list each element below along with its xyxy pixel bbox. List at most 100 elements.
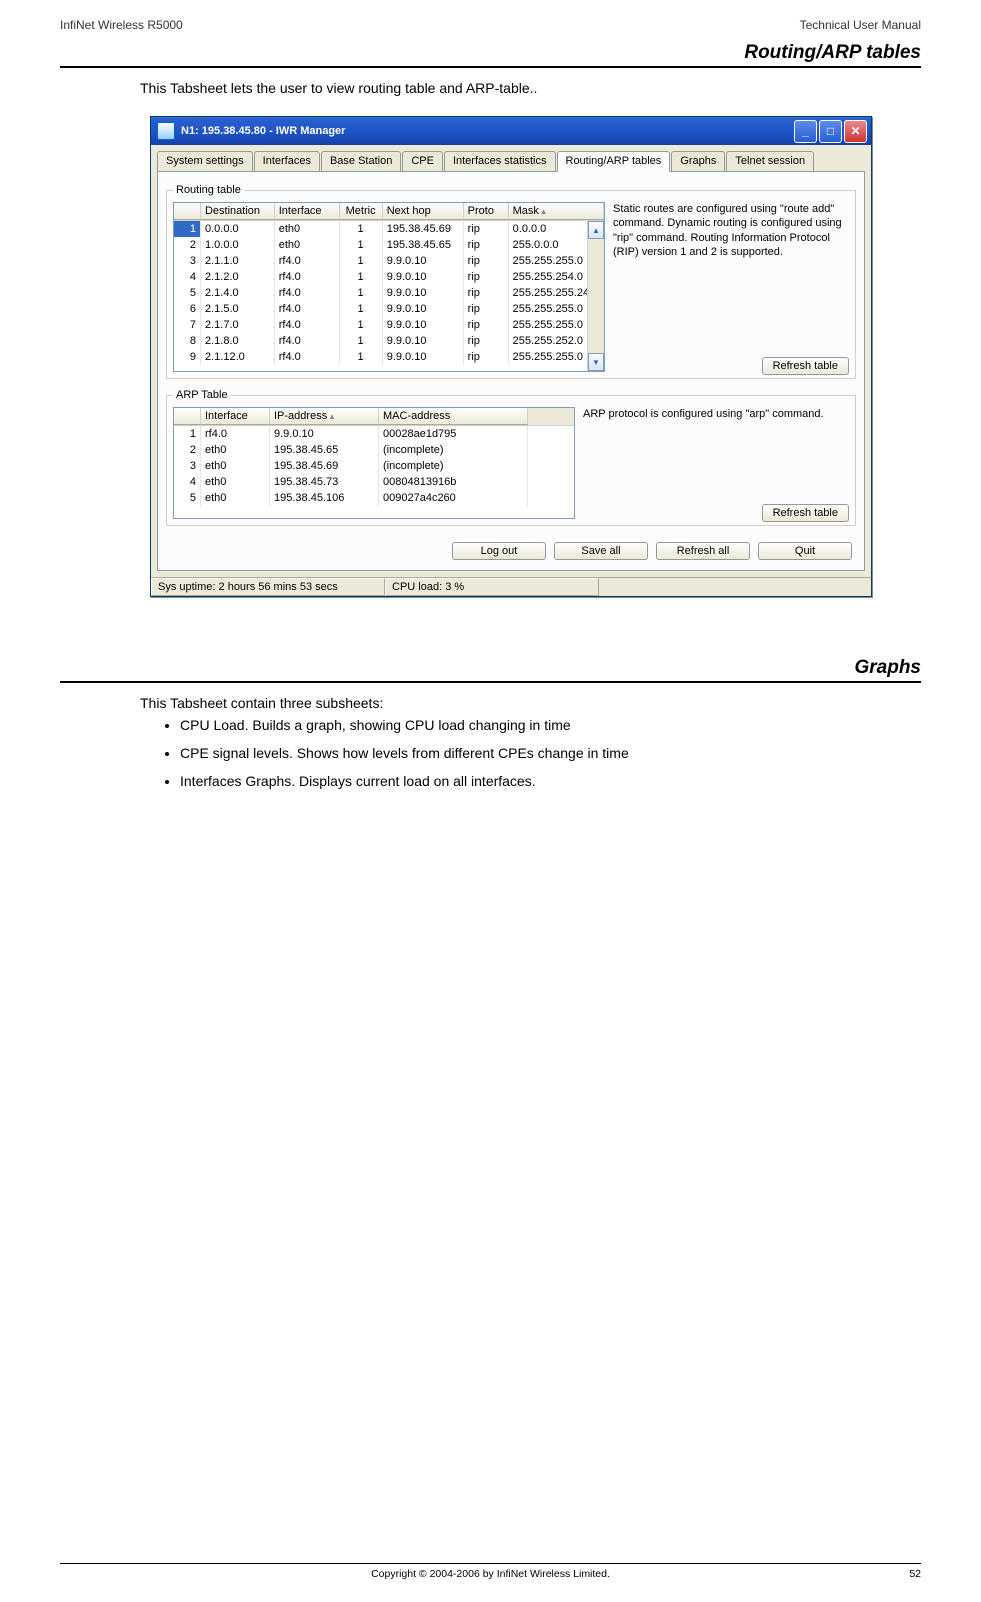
table-cell: 195.38.45.106 (270, 490, 379, 506)
table-row[interactable]: 2eth0195.38.45.65(incomplete) (174, 442, 574, 458)
maximize-button[interactable]: □ (819, 120, 842, 143)
arp-header[interactable]: InterfaceIP-addressMAC-address (174, 408, 574, 426)
table-row[interactable]: 32.1.1.0rf4.019.9.0.10rip255.255.255.0 (174, 253, 604, 269)
arp-col-header[interactable]: Interface (201, 408, 270, 425)
table-cell: rf4.0 (275, 349, 340, 365)
tab-graphs[interactable]: Graphs (671, 151, 725, 171)
table-row[interactable]: 4eth0195.38.45.7300804813916b (174, 474, 574, 490)
table-row[interactable]: 5eth0195.38.45.106009027a4c260 (174, 490, 574, 506)
page: InfiNet Wireless R5000 Technical User Ma… (0, 0, 981, 1602)
routing-col-header[interactable]: Metric (340, 203, 383, 220)
routing-col-header[interactable]: Proto (464, 203, 509, 220)
graphs-bullet-list: CPU Load. Builds a graph, showing CPU lo… (180, 717, 921, 789)
table-cell: 9.9.0.10 (383, 317, 464, 333)
table-cell: 9.9.0.10 (383, 253, 464, 269)
footer-copyright: Copyright © 2004-2006 by InfiNet Wireles… (60, 1568, 921, 1580)
tab-interfaces[interactable]: Interfaces (254, 151, 320, 171)
table-cell: 5 (174, 490, 201, 506)
close-button[interactable]: ✕ (844, 120, 867, 143)
arp-group: ARP Table InterfaceIP-addressMAC-address… (166, 389, 856, 526)
table-row[interactable]: 42.1.2.0rf4.019.9.0.10rip255.255.254.0 (174, 269, 604, 285)
table-cell: 4 (174, 269, 201, 285)
routing-col-header[interactable]: Interface (275, 203, 340, 220)
page-footer: Copyright © 2004-2006 by InfiNet Wireles… (60, 1563, 921, 1580)
table-cell: 6 (174, 301, 201, 317)
table-cell: 9 (174, 349, 201, 365)
table-cell: 1 (340, 301, 383, 317)
table-row[interactable]: 62.1.5.0rf4.019.9.0.10rip255.255.255.0 (174, 301, 604, 317)
section2-intro: This Tabsheet contain three subsheets: (140, 695, 921, 711)
routing-col-header[interactable]: Next hop (383, 203, 464, 220)
table-cell: 009027a4c260 (379, 490, 528, 506)
header-right: Technical User Manual (800, 18, 921, 32)
tab-interfaces-statistics[interactable]: Interfaces statistics (444, 151, 556, 171)
table-cell: rf4.0 (275, 253, 340, 269)
table-cell: rip (464, 221, 509, 237)
arp-col-header[interactable] (174, 408, 201, 425)
routing-col-header[interactable]: Mask (509, 203, 604, 220)
tab-system-settings[interactable]: System settings (157, 151, 253, 171)
table-cell: 1 (340, 253, 383, 269)
table-cell: 3 (174, 253, 201, 269)
tab-bar: System settingsInterfacesBase StationCPE… (157, 151, 865, 172)
save-all-button[interactable]: Save all (554, 542, 648, 560)
table-row[interactable]: 72.1.7.0rf4.019.9.0.10rip255.255.255.0 (174, 317, 604, 333)
tab-cpe[interactable]: CPE (402, 151, 443, 171)
table-cell: rf4.0 (275, 317, 340, 333)
arp-legend: ARP Table (173, 389, 231, 401)
routing-group: Routing table DestinationInterfaceMetric… (166, 184, 856, 379)
scroll-up-icon[interactable]: ▲ (588, 221, 604, 239)
table-cell: rip (464, 253, 509, 269)
refresh-routing-button[interactable]: Refresh table (762, 357, 849, 375)
arp-body[interactable]: 1rf4.09.9.0.1000028ae1d7952eth0195.38.45… (174, 426, 574, 506)
table-cell: rip (464, 269, 509, 285)
window-titlebar[interactable]: N1: 195.38.45.80 - IWR Manager _ □ ✕ (151, 117, 871, 145)
table-row[interactable]: 1rf4.09.9.0.1000028ae1d795 (174, 426, 574, 442)
table-cell: 2.1.12.0 (201, 349, 275, 365)
table-row[interactable]: 21.0.0.0eth01195.38.45.65rip255.0.0.0 (174, 237, 604, 253)
arp-help-text: ARP protocol is configured using "arp" c… (583, 407, 849, 507)
table-cell: eth0 (201, 458, 270, 474)
table-cell: 1 (340, 333, 383, 349)
page-header: InfiNet Wireless R5000 Technical User Ma… (60, 18, 921, 32)
table-row[interactable]: 92.1.12.0rf4.019.9.0.10rip255.255.255.0 (174, 349, 604, 365)
routing-body[interactable]: 10.0.0.0eth01195.38.45.69rip0.0.0.021.0.… (174, 221, 604, 365)
quit-button[interactable]: Quit (758, 542, 852, 560)
table-row[interactable]: 52.1.4.0rf4.019.9.0.10rip255.255.255.248 (174, 285, 604, 301)
refresh-arp-button[interactable]: Refresh table (762, 504, 849, 522)
status-cpu: CPU load: 3 % (385, 578, 599, 596)
table-cell: 2 (174, 237, 201, 253)
table-cell: 2.1.7.0 (201, 317, 275, 333)
arp-col-header[interactable]: IP-address (270, 408, 379, 425)
routing-scrollbar[interactable]: ▲ ▼ (587, 221, 604, 371)
routing-col-header[interactable]: Destination (201, 203, 275, 220)
table-cell: 2.1.5.0 (201, 301, 275, 317)
minimize-button[interactable]: _ (794, 120, 817, 143)
table-cell: rip (464, 349, 509, 365)
table-row[interactable]: 82.1.8.0rf4.019.9.0.10rip255.255.252.0 (174, 333, 604, 349)
refresh-all-button[interactable]: Refresh all (656, 542, 750, 560)
table-cell: eth0 (201, 442, 270, 458)
table-cell: rip (464, 317, 509, 333)
arp-col-header[interactable]: MAC-address (379, 408, 528, 425)
table-cell: 8 (174, 333, 201, 349)
routing-header[interactable]: DestinationInterfaceMetricNext hopProtoM… (174, 203, 604, 221)
table-cell: 195.38.45.73 (270, 474, 379, 490)
table-row[interactable]: 10.0.0.0eth01195.38.45.69rip0.0.0.0 (174, 221, 604, 237)
tab-telnet-session[interactable]: Telnet session (726, 151, 814, 171)
log-out-button[interactable]: Log out (452, 542, 546, 560)
table-cell: 2.1.8.0 (201, 333, 275, 349)
tab-base-station[interactable]: Base Station (321, 151, 401, 171)
arp-listbox[interactable]: InterfaceIP-addressMAC-address 1rf4.09.9… (173, 407, 575, 519)
table-cell: 1.0.0.0 (201, 237, 275, 253)
routing-listbox[interactable]: DestinationInterfaceMetricNext hopProtoM… (173, 202, 605, 372)
routing-col-header[interactable] (174, 203, 201, 220)
tab-routing-arp-tables[interactable]: Routing/ARP tables (557, 151, 671, 172)
section-title-routing: Routing/ARP tables (60, 42, 921, 68)
scroll-down-icon[interactable]: ▼ (588, 353, 604, 371)
table-cell: 3 (174, 458, 201, 474)
routing-help-text: Static routes are configured using "rout… (613, 202, 849, 360)
table-row[interactable]: 3eth0195.38.45.69(incomplete) (174, 458, 574, 474)
table-cell: 7 (174, 317, 201, 333)
table-cell: 1 (174, 221, 201, 237)
